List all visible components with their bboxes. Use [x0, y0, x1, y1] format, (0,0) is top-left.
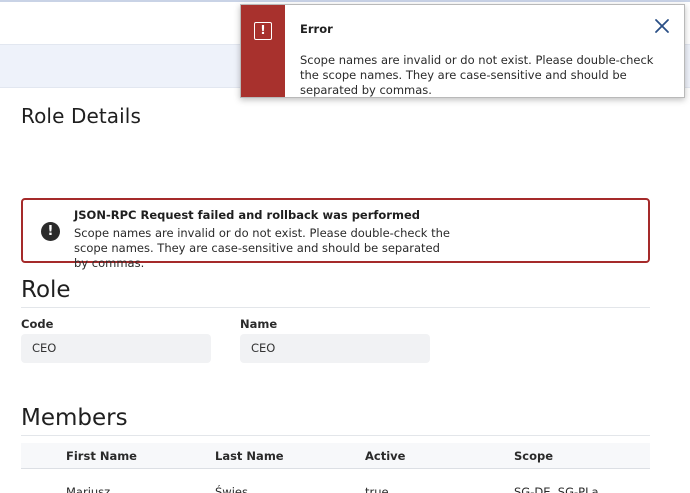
- divider: [21, 307, 650, 308]
- exclamation-circle-icon: !: [41, 222, 60, 241]
- toast-title: Error: [300, 22, 333, 36]
- page-title: Role Details: [21, 104, 141, 128]
- toast-accent-bar: !: [241, 5, 285, 97]
- role-heading: Role: [21, 277, 71, 303]
- cell-active: true: [365, 485, 389, 493]
- members-table-header: First Name Last Name Active Scope: [21, 443, 650, 469]
- alert-title: JSON-RPC Request failed and rollback was…: [74, 208, 420, 222]
- code-label: Code: [21, 317, 54, 331]
- alert-message: Scope names are invalid or do not exist.…: [74, 226, 450, 270]
- code-field[interactable]: CEO: [21, 334, 211, 363]
- error-alert: ! JSON-RPC Request failed and rollback w…: [21, 198, 650, 270]
- members-heading: Members: [21, 405, 128, 431]
- alert-icon: !: [254, 22, 272, 40]
- close-icon[interactable]: [651, 15, 673, 37]
- column-header-active[interactable]: Active: [365, 449, 405, 463]
- cell-first-name: Mariusz: [66, 485, 111, 493]
- column-header-last-name[interactable]: Last Name: [215, 449, 284, 463]
- column-header-scope[interactable]: Scope: [514, 449, 553, 463]
- column-header-first-name[interactable]: First Name: [66, 449, 137, 463]
- name-field[interactable]: CEO: [240, 334, 430, 363]
- error-toast: ! Error Scope names are invalid or do no…: [240, 4, 685, 98]
- top-divider: [0, 0, 690, 2]
- cell-last-name: Świes: [215, 485, 248, 493]
- name-label: Name: [240, 317, 278, 331]
- toast-message: Scope names are invalid or do not exist.…: [300, 53, 654, 97]
- table-row[interactable]: Mariusz Świes true SG-DE, SG-PLa: [21, 470, 650, 493]
- cell-scope: SG-DE, SG-PLa: [514, 485, 599, 493]
- divider: [21, 435, 650, 436]
